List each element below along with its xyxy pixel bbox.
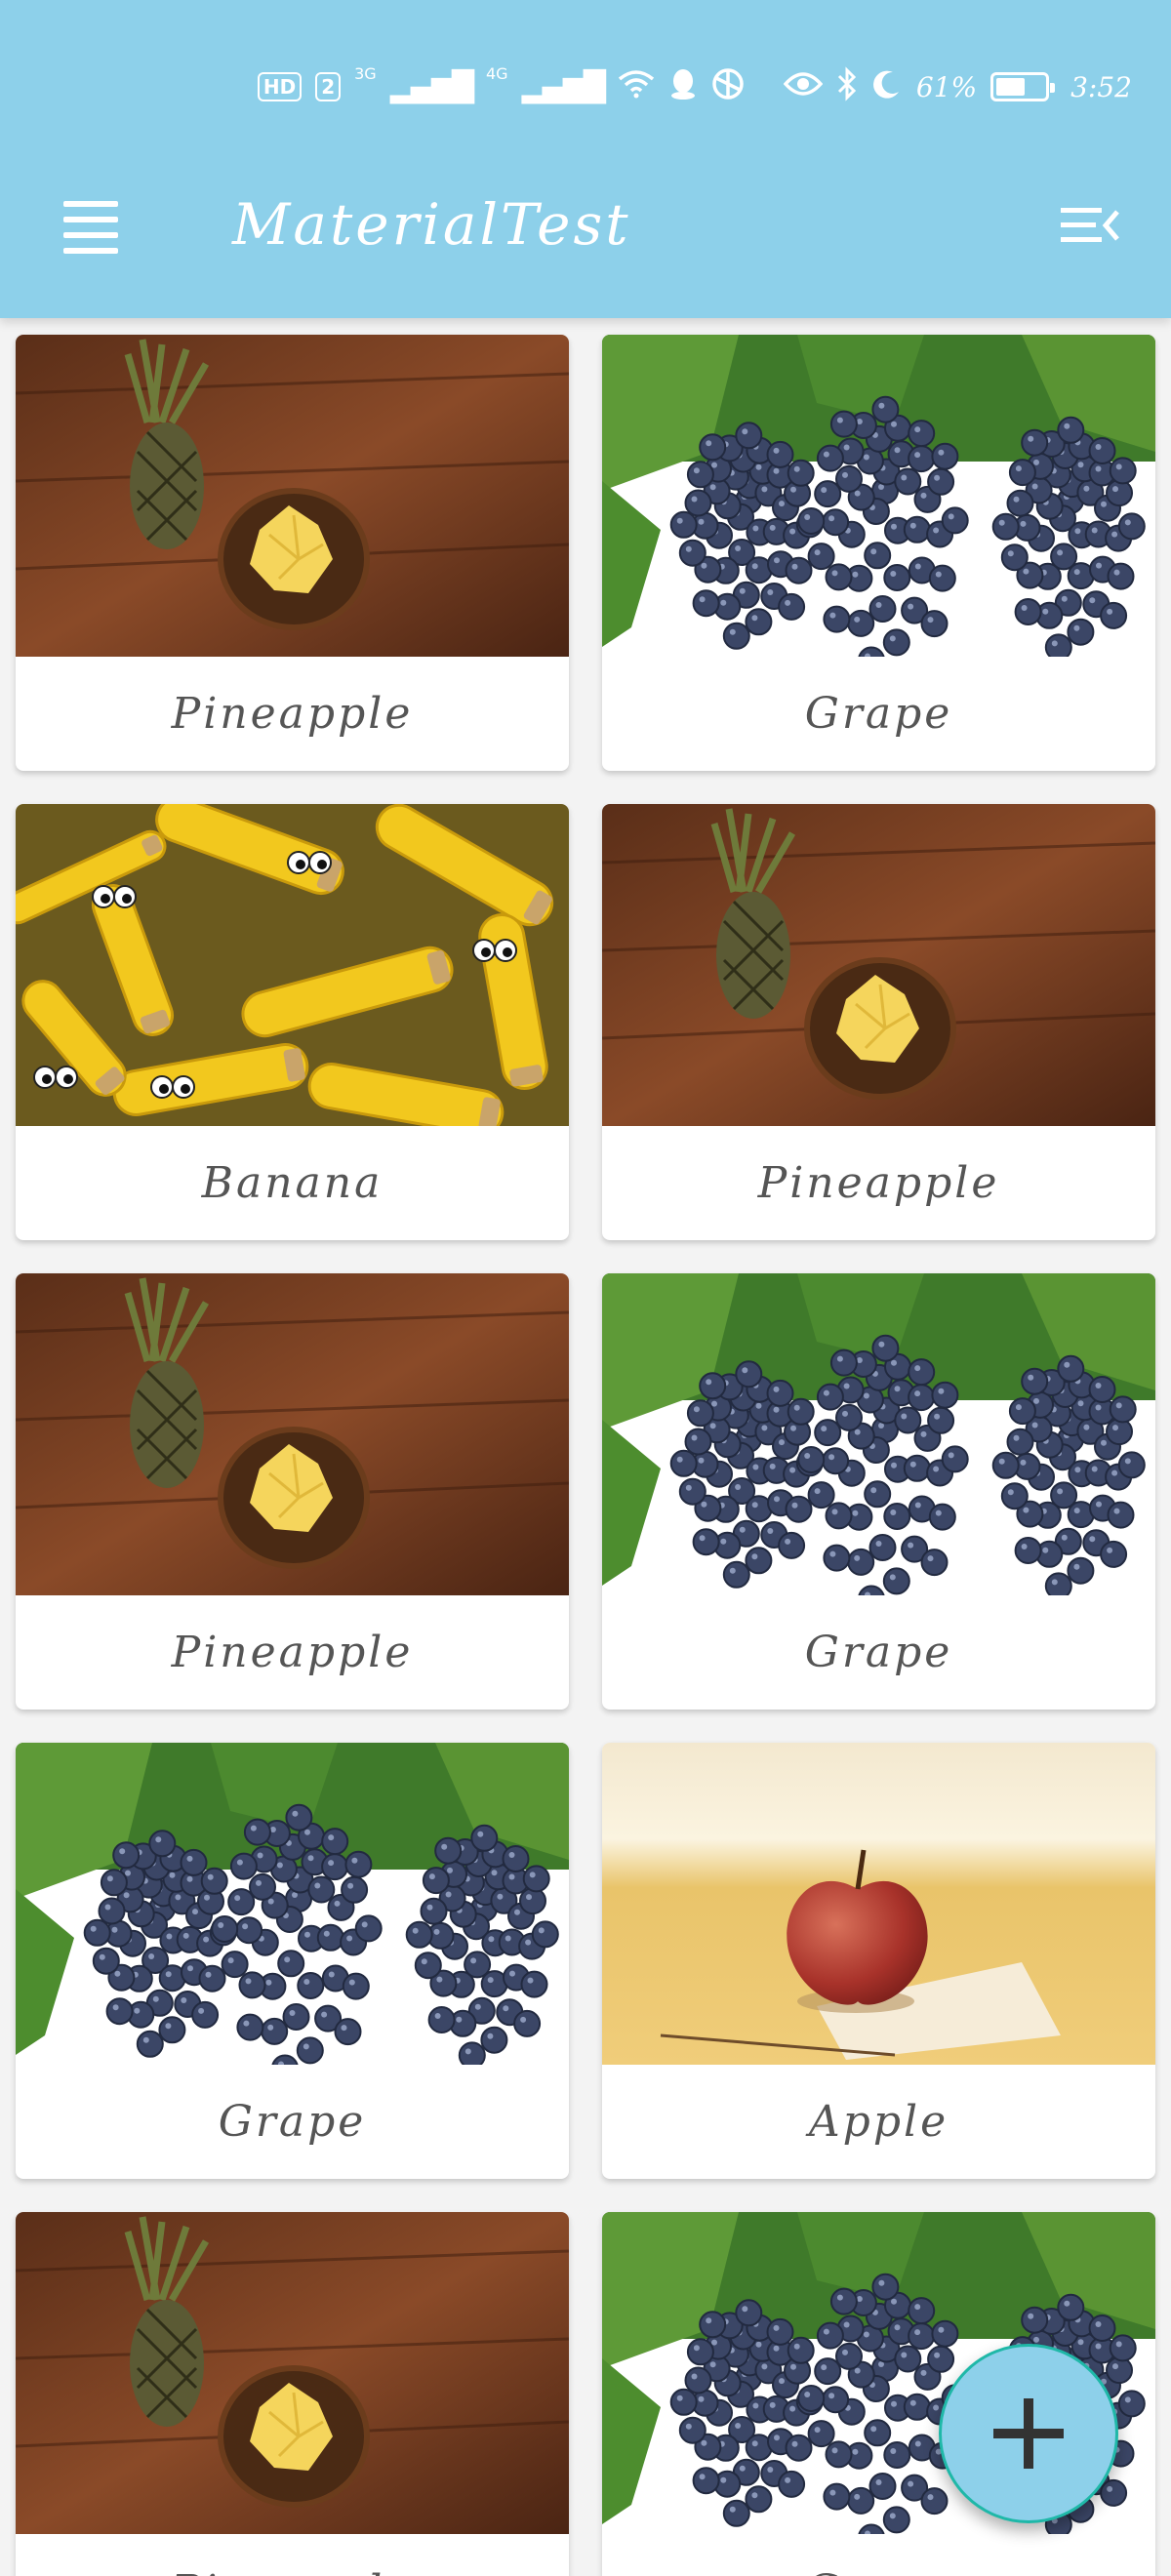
fruit-name: Pineapple [171,689,414,739]
app-icon [711,67,745,107]
signal-icon: ▂▄▆█ [389,69,474,104]
qq-icon [668,67,698,107]
battery-icon [990,72,1056,101]
fruit-name: Pineapple [757,1158,1000,1208]
fruit-card[interactable]: Grape [602,335,1155,771]
fruit-name: Grape [804,1628,953,1677]
fruit-image [16,335,569,657]
fruit-card[interactable]: Grape [16,1743,569,2179]
fruit-name: Grape [602,2534,1155,2576]
toolbar-title: MaterialTest [232,191,631,258]
fruit-name: Grape [804,689,953,739]
hd-badge: HD [257,72,303,101]
fruit-card[interactable]: Banana [16,804,569,1240]
menu-collapse-button[interactable] [1046,181,1134,269]
signal-icon: ▂▄▆█ [521,69,606,104]
fruit-name: Apple [808,2097,949,2147]
fruit-image [602,804,1155,1126]
network-type-2: 4G [486,64,508,83]
fruit-card[interactable]: Pineapple [16,335,569,771]
app-bar: HD 2 3G ▂▄▆█ 4G ▂▄▆█ 61% 3:52 MaterialTe… [0,0,1171,318]
add-fab-button[interactable] [939,2344,1118,2523]
fruit-card[interactable]: Pineapple [16,2212,569,2576]
battery-level [996,78,1026,96]
fruit-image [602,1743,1155,2065]
sim-badge: 2 [315,72,342,101]
fruit-name: Pineapple [16,2534,569,2576]
fruit-grid: Pineapple Grape Banana Pineapple Pineappl… [16,335,1155,2576]
fruit-card[interactable]: Pineapple [602,804,1155,1240]
menu-icon [63,201,118,254]
eye-icon [783,70,824,104]
fruit-image [16,1743,569,2065]
fruit-image [602,1273,1155,1595]
fruit-image [602,335,1155,657]
fruit-card[interactable]: Apple [602,1743,1155,2179]
bluetooth-icon [836,65,858,108]
battery-percent: 61% [915,70,978,103]
network-type-1: 3G [354,64,377,83]
fruit-name: Banana [201,1158,384,1208]
clock: 3:52 [1070,70,1132,103]
fruit-card[interactable]: Grape [602,1273,1155,1710]
status-bar: HD 2 3G ▂▄▆█ 4G ▂▄▆█ 61% 3:52 [257,60,1132,113]
plus-icon [993,2398,1064,2469]
fruit-image [16,2212,569,2534]
fruit-image [16,1273,569,1595]
menu-collapse-icon [1061,208,1119,242]
fruit-name: Grape [218,2097,367,2147]
wifi-icon [618,69,655,105]
moon-icon [871,68,903,106]
fruit-name: Pineapple [171,1628,414,1677]
menu-button[interactable] [47,183,135,271]
fruit-card[interactable]: Pineapple [16,1273,569,1710]
fruit-image [16,804,569,1126]
